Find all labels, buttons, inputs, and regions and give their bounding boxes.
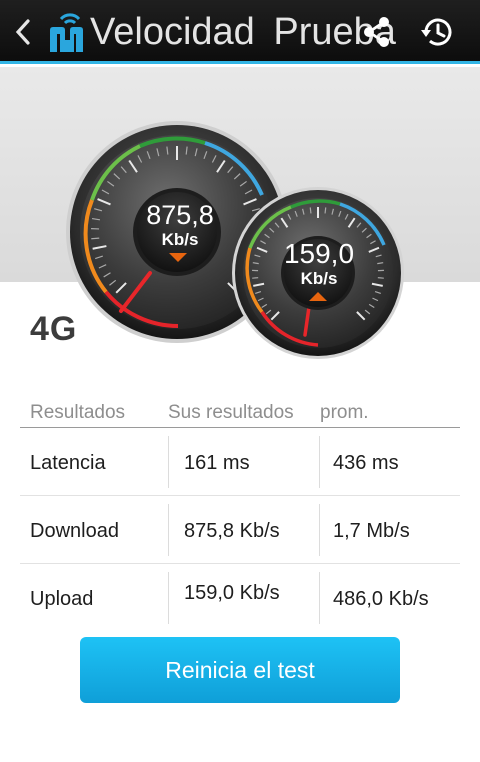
restart-test-button[interactable]: Reinicia el test: [80, 637, 400, 703]
gauge-tick: [309, 207, 312, 214]
download-speed-unit: Kb/s: [161, 230, 199, 249]
table-row: Download 875,8 Kb/s 1,7 Mb/s: [20, 496, 460, 564]
upload-readout: 159,0 Kb/s: [270, 239, 368, 289]
download-speed-value: 875,8: [146, 200, 214, 230]
app-logo-icon: [50, 13, 83, 52]
upload-speed-value: 159,0: [283, 238, 355, 269]
column-divider: [168, 572, 169, 624]
column-divider: [319, 504, 320, 556]
header-resultados: Resultados: [30, 402, 126, 423]
gauge-tick: [324, 207, 327, 214]
column-divider: [168, 436, 169, 488]
table-row: Upload 159,0 Kb/s 486,0 Kb/s: [20, 564, 460, 632]
header-prom: prom.: [320, 402, 369, 423]
chevron-left-icon[interactable]: [6, 12, 40, 52]
upload-speed-unit: Kb/s: [300, 269, 338, 288]
row-your-result: 161 ms: [184, 452, 250, 474]
network-type-label: 4G: [30, 310, 78, 348]
row-label: Download: [30, 520, 119, 542]
row-average: 486,0 Kb/s: [333, 588, 429, 610]
row-average: 1,7 Mb/s: [333, 520, 410, 542]
results-table: Resultados Sus resultados prom. Latencia…: [20, 396, 460, 632]
row-average: 436 ms: [333, 452, 399, 474]
row-your-result: 159,0 Kb/s: [184, 582, 280, 604]
table-row: Latencia 161 ms 436 ms: [20, 428, 460, 496]
action-bar: Velocidad Prueba: [0, 0, 480, 64]
row-label: Upload: [30, 588, 94, 610]
row-your-result: 875,8 Kb/s: [184, 520, 280, 542]
row-label: Latencia: [30, 452, 106, 474]
results-header: Resultados Sus resultados prom.: [20, 396, 460, 428]
header-sus-resultados: Sus resultados: [168, 402, 294, 423]
share-icon[interactable]: [360, 14, 392, 50]
column-divider: [319, 572, 320, 624]
page-title: Velocidad Prueba: [90, 11, 396, 53]
column-divider: [319, 436, 320, 488]
download-readout: 875,8 Kb/s: [130, 200, 230, 250]
column-divider: [168, 504, 169, 556]
history-icon[interactable]: [418, 13, 456, 51]
gauge-tick: [91, 237, 100, 240]
